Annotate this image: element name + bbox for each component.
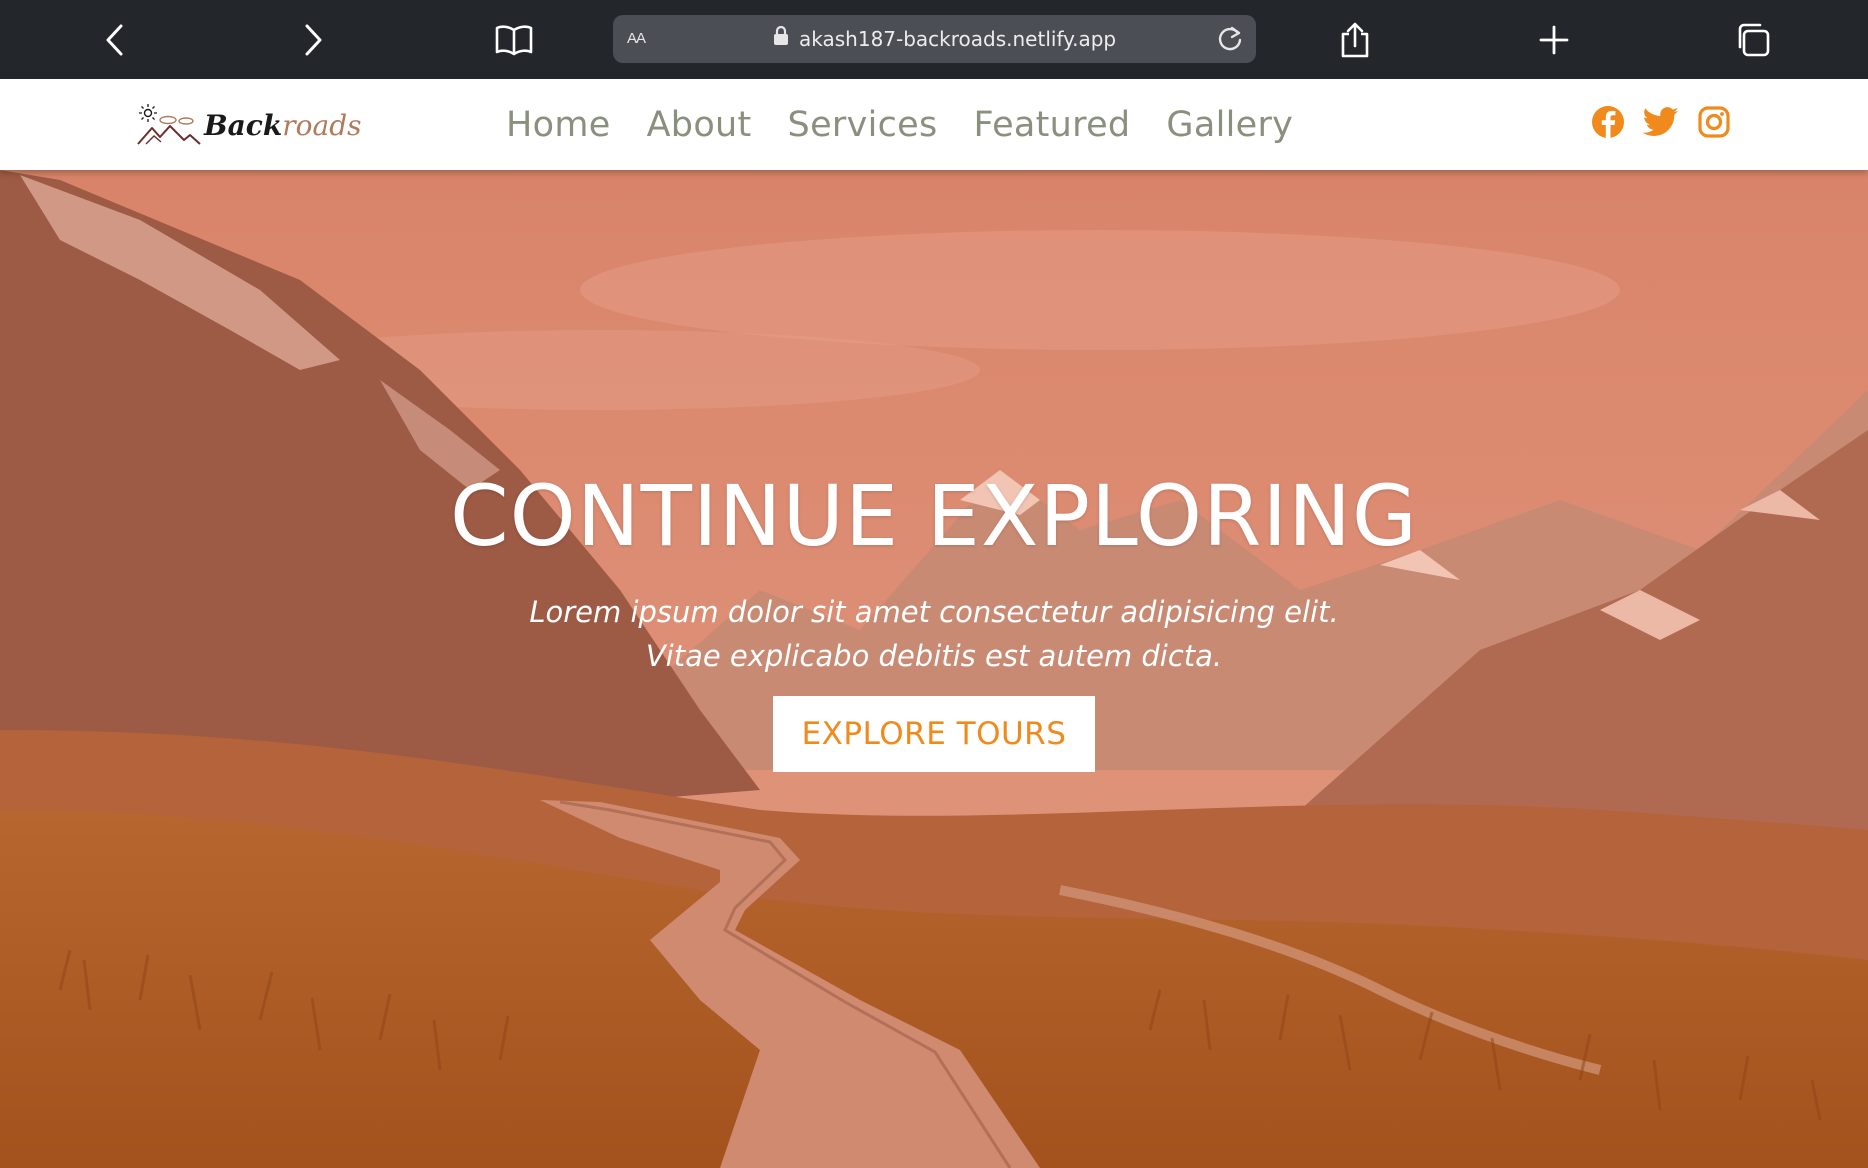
hero-content: CONTINUE EXPLORING Lorem ipsum dolor sit…	[0, 467, 1868, 773]
address-bar[interactable]: AA akash187-backroads.netlify.app	[613, 15, 1256, 63]
hero-subtitle-line-2: Vitae explicabo debitis est autem dicta.	[645, 639, 1223, 674]
twitter-icon[interactable]	[1643, 104, 1679, 140]
explore-tours-button[interactable]: EXPLORE TOURS	[773, 696, 1095, 773]
back-icon[interactable]	[89, 14, 141, 66]
site-logo[interactable]: Backroads	[136, 97, 368, 153]
nav-link-featured[interactable]: Featured	[974, 105, 1131, 145]
share-icon[interactable]	[1329, 14, 1381, 66]
hero-subtitle-line-1: Lorem ipsum dolor sit amet consectetur a…	[529, 595, 1339, 630]
browser-toolbar: AA akash187-backroads.netlify.app	[0, 0, 1868, 79]
logo-text: Backroads	[204, 108, 362, 142]
nav-link-gallery[interactable]: Gallery	[1166, 105, 1293, 145]
social-links	[1590, 104, 1732, 140]
hero-title: CONTINUE EXPLORING	[449, 467, 1419, 565]
forward-icon[interactable]	[287, 14, 339, 66]
nav-link-about[interactable]: About	[647, 105, 752, 145]
facebook-icon[interactable]	[1590, 104, 1626, 140]
nav-link-home[interactable]: Home	[506, 105, 611, 145]
hero-subtitle: Lorem ipsum dolor sit amet consectetur a…	[484, 590, 1384, 678]
instagram-icon[interactable]	[1696, 104, 1732, 140]
new-tab-icon[interactable]	[1528, 14, 1580, 66]
url-text: akash187-backroads.netlify.app	[799, 27, 1117, 51]
tabs-icon[interactable]	[1727, 14, 1779, 66]
reader-options-button[interactable]: AA	[627, 25, 646, 49]
nav-link-services[interactable]: Services	[788, 105, 938, 145]
site-navbar: Backroads Home About Services Featured G…	[0, 79, 1868, 170]
mountain-sun-logo-icon	[137, 104, 201, 145]
main-nav: Home About Services Featured Gallery	[506, 79, 1293, 170]
lock-icon	[773, 25, 789, 52]
reload-icon[interactable]	[1212, 21, 1248, 57]
bookmarks-icon[interactable]	[488, 14, 540, 66]
hero-section: CONTINUE EXPLORING Lorem ipsum dolor sit…	[0, 170, 1868, 1168]
